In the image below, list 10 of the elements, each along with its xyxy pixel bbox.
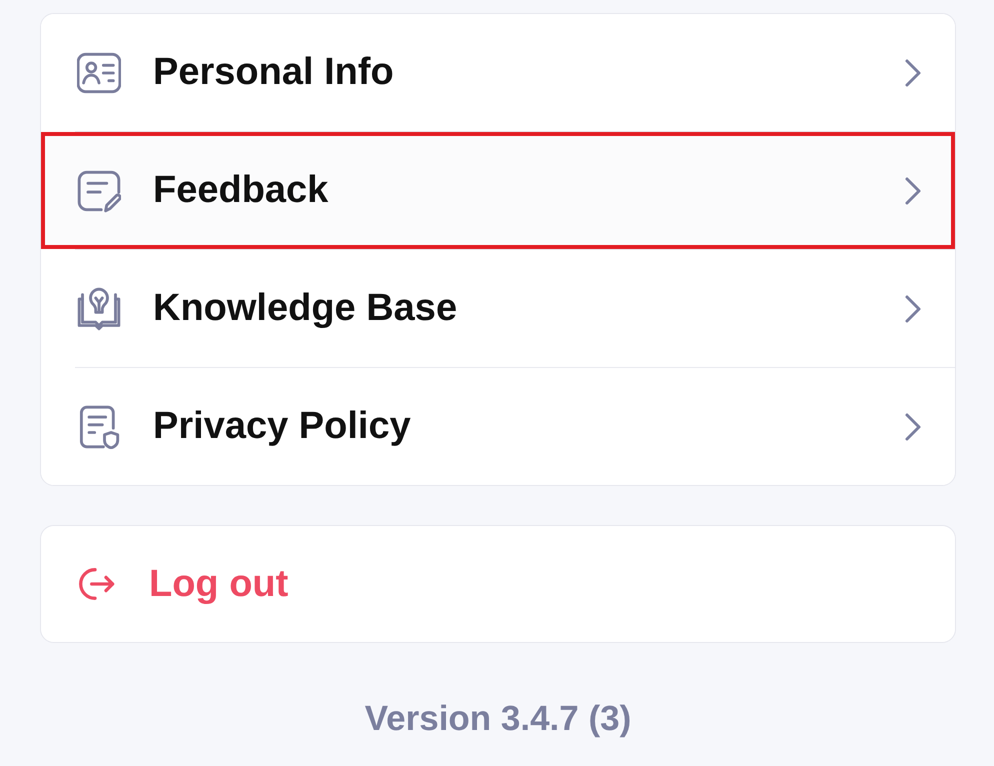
chevron-right-icon bbox=[903, 294, 923, 324]
id-card-icon bbox=[77, 50, 121, 94]
book-lightbulb-icon bbox=[77, 286, 121, 330]
chevron-right-icon bbox=[903, 58, 923, 88]
document-shield-icon bbox=[77, 404, 121, 448]
menu-item[interactable]: Feedback bbox=[41, 132, 955, 249]
chevron-right-icon bbox=[903, 176, 923, 206]
version-text: Version 3.4.7 (3) bbox=[364, 698, 632, 740]
note-pencil-icon bbox=[77, 168, 121, 212]
chevron-right-icon bbox=[903, 412, 923, 442]
